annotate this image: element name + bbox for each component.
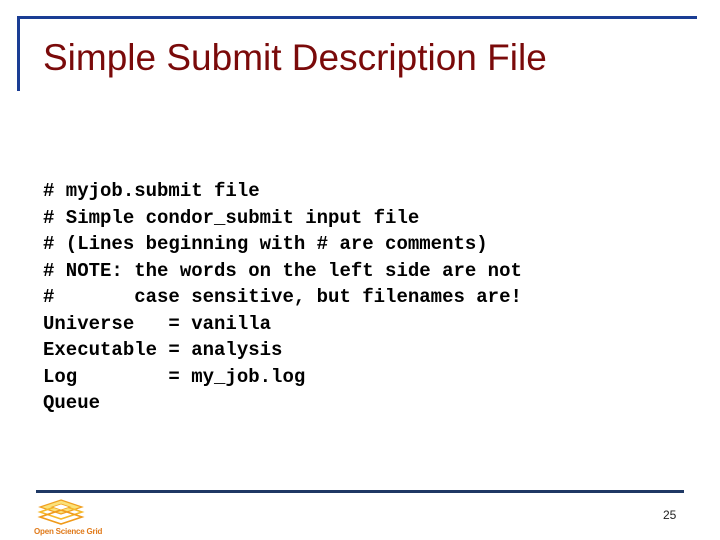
title-left-rule (17, 16, 20, 91)
code-line: Universe = vanilla (43, 312, 272, 335)
code-line: Queue (43, 392, 101, 414)
title-top-rule (17, 16, 697, 19)
submit-file-code: # myjob.submit file # Simple condor_submi… (43, 178, 522, 417)
code-line: # case sensitive, but filenames are! (43, 286, 522, 308)
grid-layers-icon (37, 499, 85, 525)
logo-text: Open Science Grid (34, 527, 103, 536)
code-line: # myjob.submit file (43, 180, 260, 202)
code-line: Executable = analysis (43, 339, 283, 361)
footer-rule (36, 490, 684, 493)
code-line: # Simple condor_submit input file (43, 206, 420, 229)
code-line: # NOTE: the words on the left side are n… (43, 259, 522, 282)
code-line: Log = my_job.log (43, 365, 306, 388)
page-number: 25 (663, 508, 677, 522)
open-science-grid-logo: Open Science Grid (34, 498, 106, 538)
slide-title: Simple Submit Description File (43, 37, 547, 78)
code-line: # (Lines beginning with # are comments) (43, 233, 488, 255)
